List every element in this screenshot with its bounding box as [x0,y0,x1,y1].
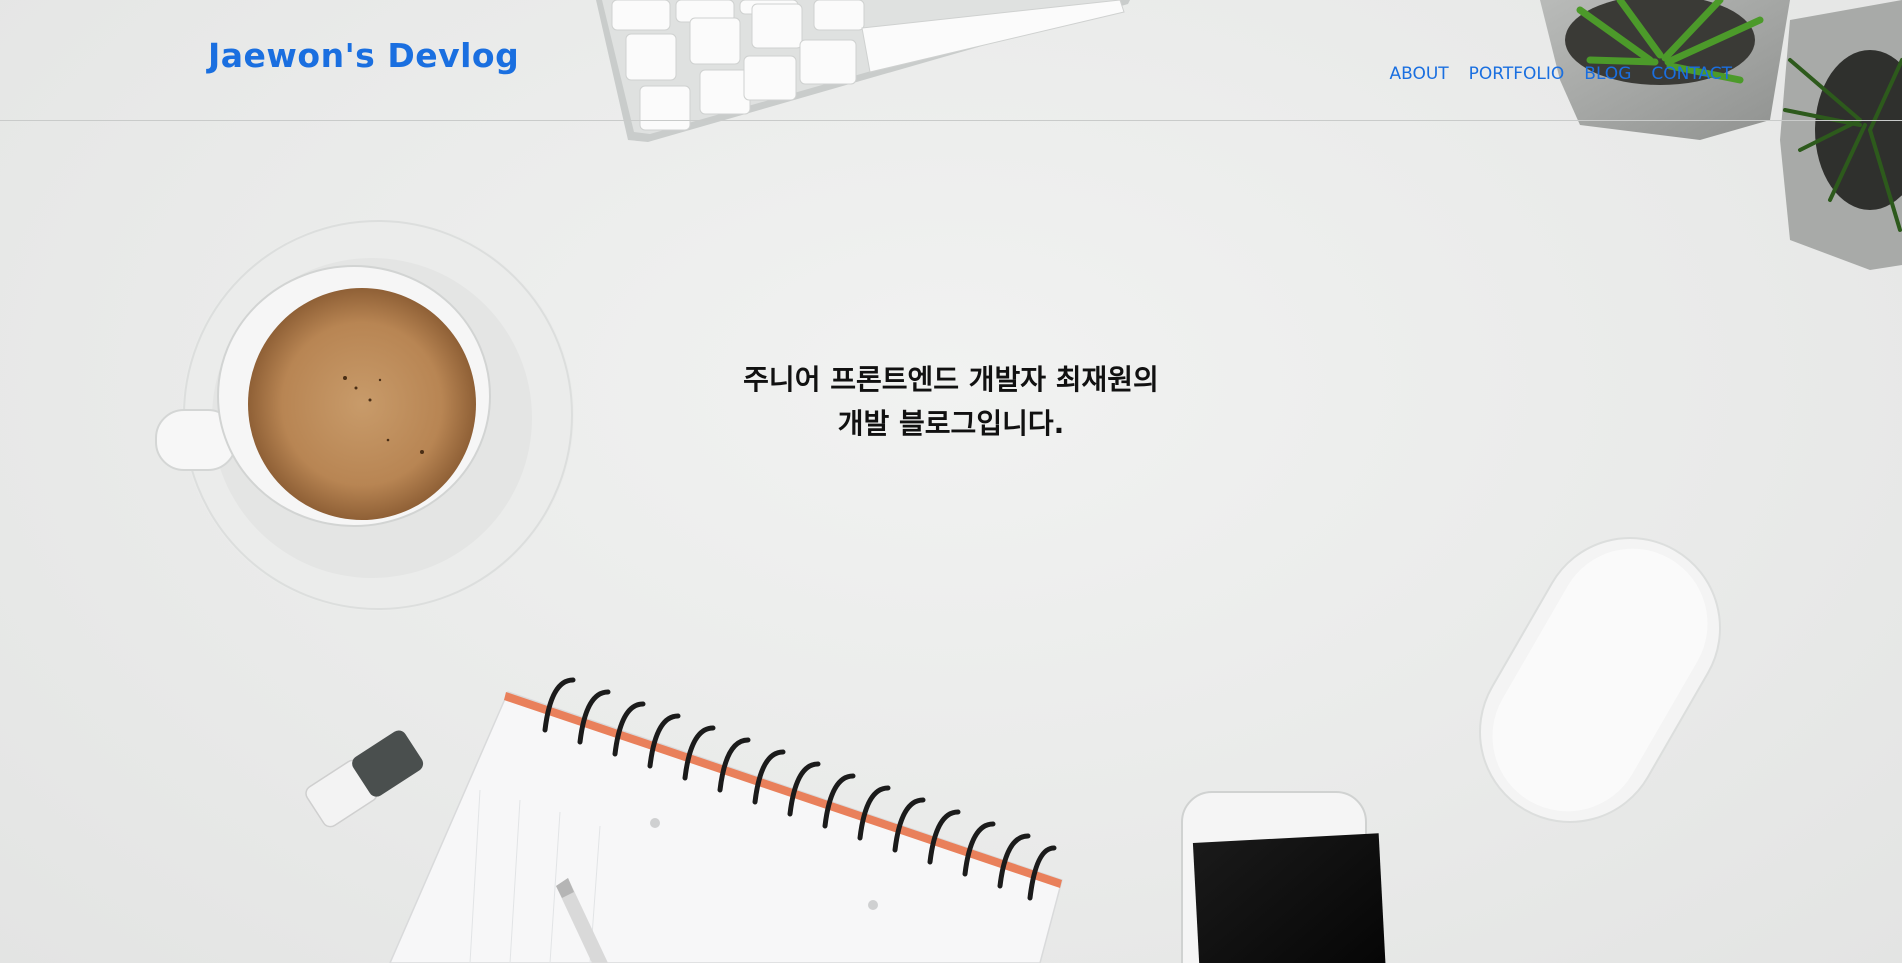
hero-title-line-1: 주니어 프론트엔드 개발자 최재원의 [743,363,1159,396]
site-header: Jaewon's Devlog ABOUT PORTFOLIO BLOG CON… [0,0,1902,121]
nav-link-contact[interactable]: CONTACT [1651,64,1732,84]
notebook-illustration [389,677,1063,963]
main-nav: ABOUT PORTFOLIO BLOG CONTACT [1389,64,1732,84]
hero-section: 주니어 프론트엔드 개발자 최재원의 개발 블로그입니다. [0,358,1902,446]
desk-background-illustration [155,0,1902,963]
nav-link-portfolio[interactable]: PORTFOLIO [1469,64,1565,84]
mouse-illustration [1479,537,1721,823]
nav-link-about[interactable]: ABOUT [1389,64,1448,84]
phone-illustration [1181,791,1386,963]
nav-link-blog[interactable]: BLOG [1584,64,1631,84]
site-logo[interactable]: Jaewon's Devlog [208,36,519,75]
eraser-illustration [305,730,424,828]
hero-title-line-2: 개발 블로그입니다. [837,407,1065,440]
page: Jaewon's Devlog ABOUT PORTFOLIO BLOG CON… [0,0,1902,963]
